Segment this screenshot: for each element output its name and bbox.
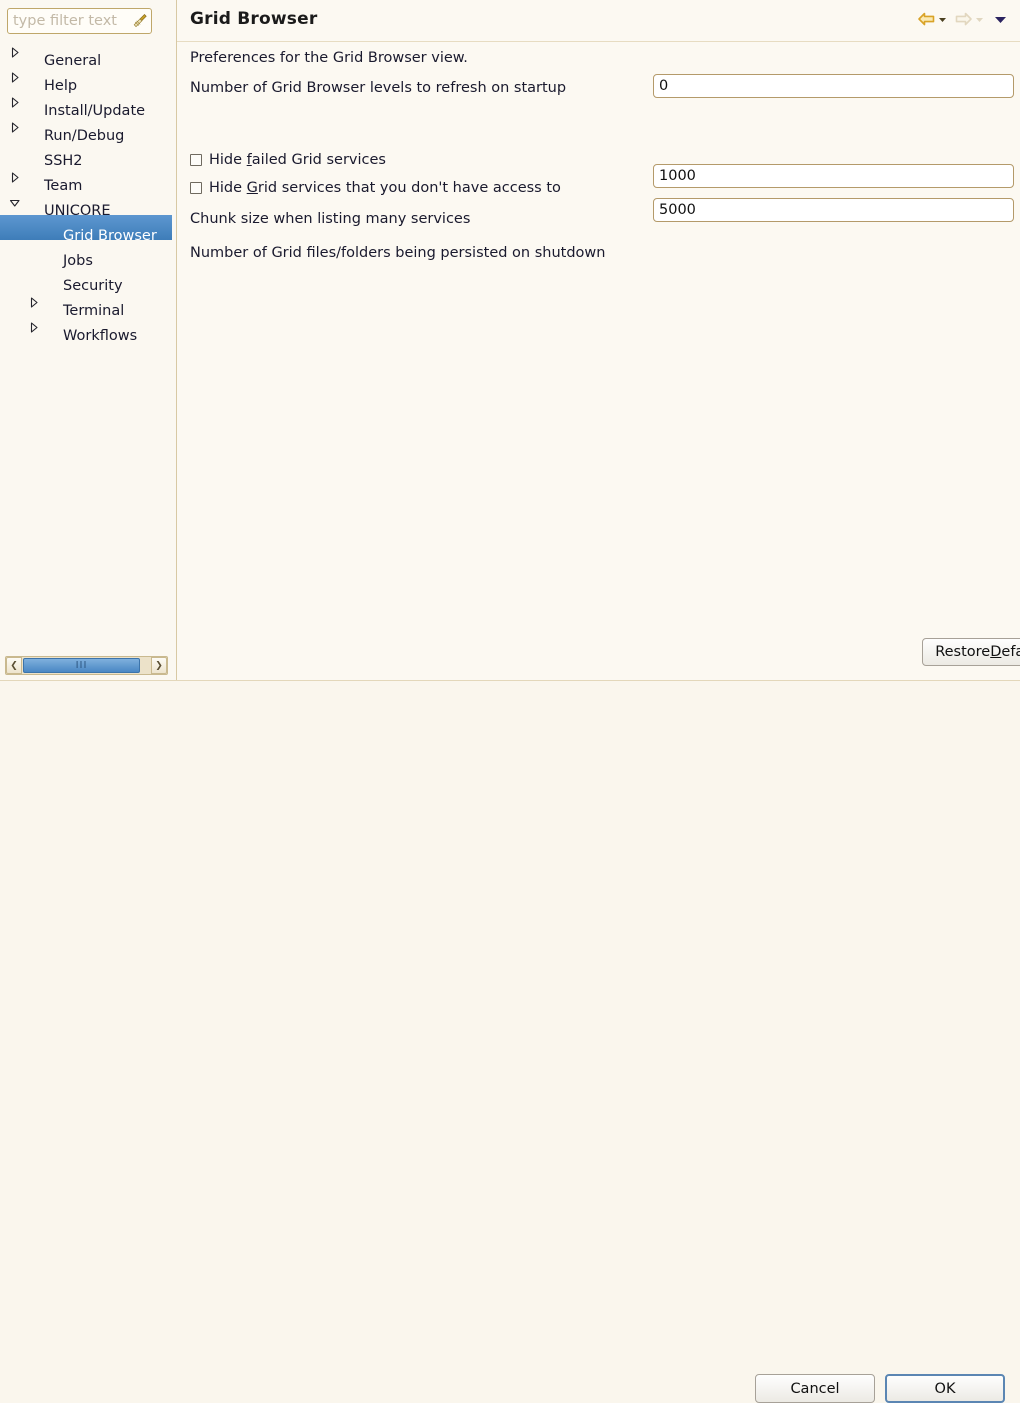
checkbox-label-hide-no-access: Hide Grid services that you don't have a…	[209, 180, 561, 196]
refresh-levels-input[interactable]	[653, 74, 1014, 98]
page-title: Grid Browser	[190, 9, 317, 29]
checkbox-row-hide-failed[interactable]: Hide failed Grid services	[190, 152, 386, 168]
tree-item-label: General	[40, 49, 105, 74]
chevron-right-icon[interactable]: ❯	[151, 657, 167, 674]
tree-spacer	[27, 240, 41, 265]
page-content: Preferences for the Grid Browser view. N…	[177, 42, 1020, 632]
page-nav-buttons	[915, 11, 1012, 31]
tree-item-label: Terminal	[59, 299, 128, 324]
tree-spacer	[27, 215, 41, 240]
checkbox-label-hide-failed: Hide failed Grid services	[209, 152, 386, 168]
field-label-refresh-levels: Number of Grid Browser levels to refresh…	[190, 80, 566, 96]
chevron-right-icon[interactable]	[27, 315, 41, 340]
restore-defaults-pre: Restore	[935, 644, 990, 660]
preferences-sidebar: GeneralHelpInstall/UpdateRun/DebugSSH2Te…	[0, 0, 176, 681]
scrollbar-thumb[interactable]: III	[23, 658, 140, 673]
tree-item-label: Help	[40, 74, 81, 99]
restore-defaults-mnemonic: D	[990, 644, 1001, 660]
field-label-persisted-files: Number of Grid files/folders being persi…	[190, 245, 605, 261]
page-menu-button[interactable]	[989, 12, 1012, 30]
tree-item-team[interactable]: Team	[0, 165, 176, 190]
chevron-down-icon[interactable]	[8, 190, 22, 215]
tree-item-label: Workflows	[59, 324, 141, 349]
tree-item-label: UNICORE	[40, 199, 115, 224]
chevron-right-icon[interactable]	[8, 115, 22, 140]
chevron-right-icon[interactable]	[8, 165, 22, 190]
checkbox-row-hide-no-access[interactable]: Hide Grid services that you don't have a…	[190, 180, 561, 196]
tree-item-label: Team	[40, 174, 86, 199]
field-label-chunk-size: Chunk size when listing many services	[190, 211, 470, 227]
dialog-footer: Cancel OK	[0, 681, 1020, 740]
tree-spacer	[27, 265, 41, 290]
intro-text: Preferences for the Grid Browser view.	[190, 50, 468, 66]
tree-item-label: Grid Browser	[59, 224, 161, 249]
dialog-body: GeneralHelpInstall/UpdateRun/DebugSSH2Te…	[0, 0, 1020, 681]
back-button[interactable]	[915, 11, 950, 31]
preferences-page: Grid Browser	[177, 0, 1020, 681]
chevron-right-icon[interactable]	[8, 65, 22, 90]
filter-input[interactable]	[13, 13, 131, 29]
checkbox-hide-no-access[interactable]	[190, 182, 202, 194]
tree-item-label: Jobs	[59, 249, 97, 274]
checkbox-hide-failed[interactable]	[190, 154, 202, 166]
chevron-right-icon[interactable]	[8, 40, 22, 65]
tree-item-label: Security	[59, 274, 127, 299]
tree-item-label: Run/Debug	[40, 124, 128, 149]
tree-item-unicore[interactable]: UNICORE	[0, 190, 176, 215]
persisted-files-input[interactable]	[653, 198, 1014, 222]
back-arrow-icon[interactable]	[917, 11, 936, 31]
chunk-size-input[interactable]	[653, 164, 1014, 188]
chevron-right-icon[interactable]	[8, 90, 22, 115]
tree-item-general[interactable]: General	[0, 40, 176, 65]
chevron-down-icon	[974, 13, 985, 29]
chevron-down-icon[interactable]	[937, 13, 948, 29]
page-header: Grid Browser	[177, 0, 1020, 42]
tree-item-label: Install/Update	[40, 99, 149, 124]
restore-defaults-post: efaults	[1001, 644, 1020, 660]
chevron-down-icon[interactable]	[991, 12, 1010, 30]
restore-defaults-button[interactable]: Restore Defaults	[922, 638, 1020, 666]
chevron-left-icon[interactable]: ❮	[6, 657, 22, 674]
preferences-tree[interactable]: GeneralHelpInstall/UpdateRun/DebugSSH2Te…	[0, 40, 176, 652]
preferences-dialog: GeneralHelpInstall/UpdateRun/DebugSSH2Te…	[0, 0, 1020, 740]
broom-icon[interactable]	[132, 13, 148, 29]
forward-arrow-icon	[954, 11, 973, 31]
cancel-button[interactable]: Cancel	[755, 1374, 875, 1403]
tree-spacer	[8, 140, 22, 165]
scrollbar-grip: III	[76, 661, 88, 671]
tree-item-label: SSH2	[40, 149, 87, 174]
sidebar-horizontal-scrollbar[interactable]: ❮ III ❯	[5, 656, 168, 675]
tree-item-install-update[interactable]: Install/Update	[0, 90, 176, 115]
filter-box[interactable]	[7, 8, 152, 34]
ok-button[interactable]: OK	[885, 1374, 1005, 1403]
chevron-right-icon[interactable]	[27, 290, 41, 315]
forward-button	[952, 11, 987, 31]
